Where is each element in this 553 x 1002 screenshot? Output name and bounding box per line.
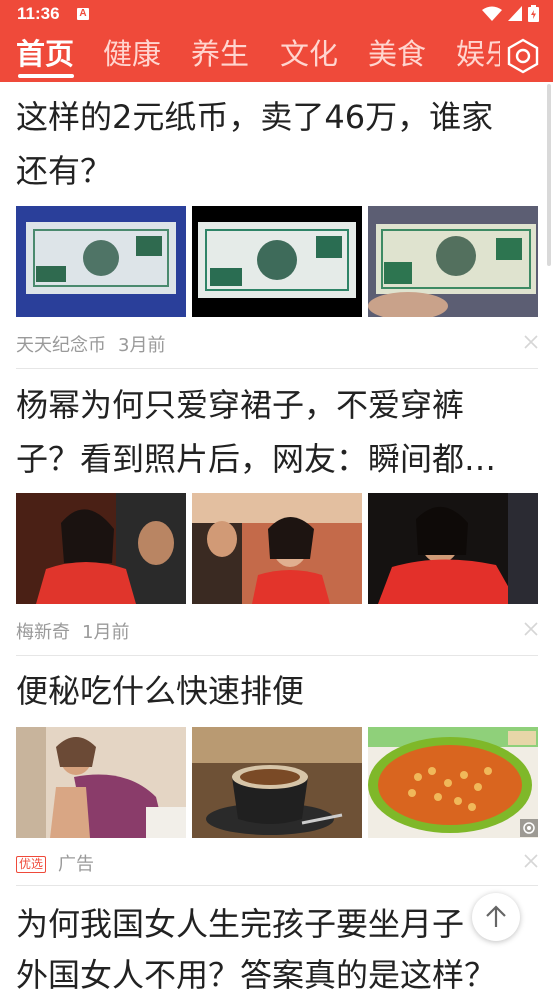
ad-label: 广告 [58, 854, 95, 875]
article-meta: 优选 广告 [16, 850, 106, 876]
article-thumbnails [16, 727, 538, 838]
photo-image [192, 493, 362, 604]
tab-health[interactable]: 健康 [103, 34, 161, 74]
notification-badge: A [77, 8, 89, 20]
tab-home[interactable]: 首页 [16, 34, 74, 74]
divider [16, 885, 538, 886]
article-source: 梅新奇 [16, 622, 70, 643]
banknote-image [16, 206, 186, 317]
article-thumbnails [16, 493, 538, 604]
tab-culture[interactable]: 文化 [280, 34, 338, 74]
active-tab-indicator [18, 74, 74, 78]
article-meta: 天天纪念币 3月前 [16, 331, 177, 357]
dismiss-icon[interactable] [523, 853, 539, 869]
photo-image [16, 493, 186, 604]
article-meta: 梅新奇 1月前 [16, 618, 141, 644]
channel-settings-icon[interactable] [503, 36, 543, 76]
article-title-line: 这样的2元纸币，卖了46万，谁家 [16, 98, 494, 136]
article-source: 天天纪念币 [16, 335, 106, 356]
app-header: 11:36 A 首页 健康 养生 文化 美食 娱乐 [0, 0, 553, 82]
dismiss-icon[interactable] [523, 334, 539, 350]
photo-image [368, 727, 538, 838]
article-title-line: 便秘吃什么快速排便 [16, 672, 305, 710]
battery-icon [528, 5, 539, 22]
dismiss-icon[interactable] [523, 621, 539, 637]
article-title-line: 还有？ [16, 152, 113, 190]
tab-food[interactable]: 美食 [368, 34, 426, 74]
photo-image [192, 727, 362, 838]
article-thumbnails [16, 206, 538, 317]
back-to-top-button[interactable] [472, 893, 520, 941]
status-time: 11:36 [17, 4, 60, 23]
article-title-line: 子？看到照片后，网友：瞬间都… [16, 440, 497, 478]
camera-icon [520, 819, 538, 837]
article-title-line: 杨幂为何只爱穿裙子，不爱穿裤 [16, 386, 465, 424]
article-title-line: 外国女人不用？答案真的是这样？ [16, 956, 497, 994]
divider [16, 655, 538, 656]
tab-entertainment[interactable]: 娱乐 [456, 34, 500, 74]
banknote-image [368, 206, 538, 317]
divider [16, 368, 538, 369]
wifi-icon [482, 6, 502, 21]
photo-image [368, 493, 538, 604]
banknote-image [192, 206, 362, 317]
article-time: 1月前 [82, 622, 130, 643]
status-bar: 11:36 A [0, 0, 553, 30]
signal-icon [508, 5, 522, 21]
article-title-line: 为何我国女人生完孩子要坐月子 [16, 905, 465, 943]
arrow-up-icon [486, 905, 506, 927]
article-time: 3月前 [118, 335, 166, 356]
photo-image [16, 727, 186, 838]
scrollbar[interactable] [547, 84, 551, 266]
ad-badge: 优选 [16, 856, 47, 873]
system-icons [482, 5, 539, 22]
category-tabs: 首页 健康 养生 文化 美食 娱乐 [0, 34, 500, 78]
tab-wellness[interactable]: 养生 [191, 34, 249, 74]
